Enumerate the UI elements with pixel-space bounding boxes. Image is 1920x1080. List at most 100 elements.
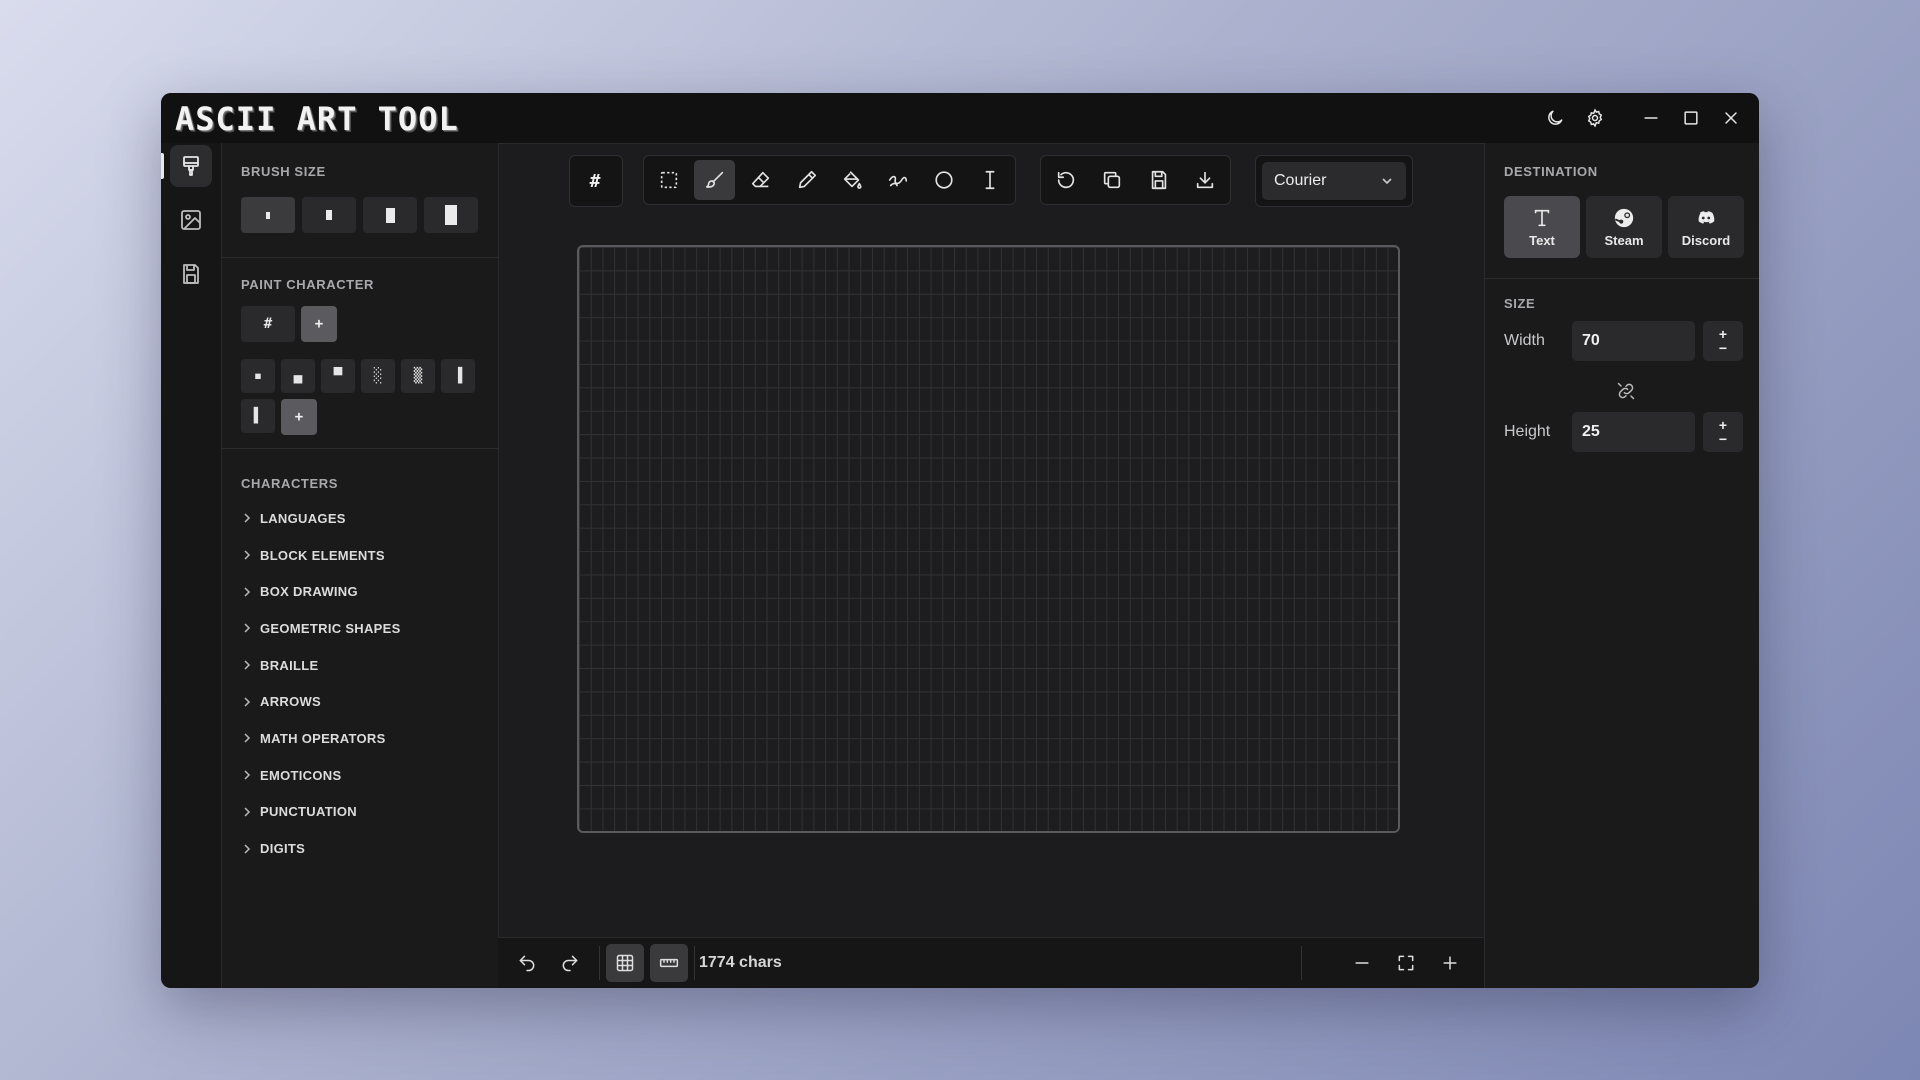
save-icon[interactable] [1138, 160, 1179, 200]
category-label: BOX DRAWING [260, 584, 358, 600]
gear-icon[interactable] [1575, 98, 1615, 138]
fit-screen-icon[interactable] [1387, 944, 1425, 982]
bottom-bar: 1774 chars [498, 937, 1485, 988]
brush-size-mark [326, 210, 332, 220]
brush-size-mark [445, 205, 457, 225]
circle-icon[interactable] [924, 160, 965, 200]
close-icon[interactable] [1711, 98, 1751, 138]
redo-icon[interactable] [551, 944, 589, 982]
width-label: Width [1504, 332, 1545, 349]
rail-brush-icon[interactable] [170, 145, 212, 187]
char-option[interactable]: ▐ [441, 359, 475, 393]
app-window: ASCII ART TOOL BRUSH SIZE PAINT CHARACTE… [161, 93, 1759, 988]
chevron-right-icon [244, 844, 251, 854]
char-option[interactable]: ▌ [241, 399, 275, 433]
rail-image-icon[interactable] [170, 199, 212, 241]
char-option[interactable]: ▪ [241, 359, 275, 393]
left-panel: BRUSH SIZE PAINT CHARACTER # + ▪ ▄ ▀ ░ ▒… [222, 143, 499, 988]
destination-discord-button[interactable]: Discord [1668, 196, 1744, 258]
destination-text-button[interactable]: Text [1504, 196, 1580, 258]
category-label: BLOCK ELEMENTS [260, 547, 385, 563]
add-char-option-button[interactable]: + [281, 399, 317, 435]
text-cursor-icon[interactable] [970, 160, 1011, 200]
category-punctuation[interactable]: PUNCTUATION [241, 794, 481, 831]
chevron-right-icon [244, 807, 251, 817]
zoom-in-icon[interactable] [1431, 944, 1469, 982]
destination-label: Discord [1681, 232, 1731, 248]
chevron-right-icon [244, 513, 251, 523]
chars-count: 1774 chars [699, 954, 782, 971]
char-option[interactable]: ▒ [401, 359, 435, 393]
grid-toggle-icon[interactable] [606, 944, 644, 982]
increment-button[interactable]: + [1719, 418, 1727, 432]
current-char-button[interactable]: # [241, 306, 295, 342]
copy-icon[interactable] [1092, 160, 1133, 200]
nav-rail [161, 143, 222, 988]
category-box-drawing[interactable]: BOX DRAWING [241, 573, 481, 610]
char-option[interactable]: ▀ [321, 359, 355, 393]
category-block-elements[interactable]: BLOCK ELEMENTS [241, 537, 481, 574]
category-label: EMOTICONS [260, 767, 342, 783]
decrement-button[interactable]: − [1719, 341, 1727, 355]
character-categories: LANGUAGES BLOCK ELEMENTS BOX DRAWING GEO… [241, 500, 481, 867]
category-braille[interactable]: BRAILLE [241, 647, 481, 684]
font-dropdown[interactable]: Courier [1262, 162, 1406, 200]
height-stepper[interactable]: + − [1703, 412, 1743, 452]
brush-icon[interactable] [694, 160, 736, 200]
chevron-right-icon [244, 770, 251, 780]
category-geometric-shapes[interactable]: GEOMETRIC SHAPES [241, 610, 481, 647]
unlink-icon[interactable] [1616, 381, 1636, 401]
category-math-operators[interactable]: MATH OPERATORS [241, 720, 481, 757]
width-stepper[interactable]: + − [1703, 321, 1743, 361]
destination-label: Steam [1604, 232, 1644, 248]
paint-character-grid: ▪ ▄ ▀ ░ ▒ ▐ ▌ + [241, 359, 491, 435]
char-option[interactable]: ░ [361, 359, 395, 393]
brush-size-3[interactable] [363, 197, 417, 233]
category-label: MATH OPERATORS [260, 730, 386, 746]
maximize-icon[interactable] [1671, 98, 1711, 138]
select-icon[interactable] [649, 160, 690, 200]
separator [694, 946, 695, 980]
chevron-down-icon [1382, 178, 1392, 185]
category-label: LANGUAGES [260, 510, 346, 526]
moon-icon[interactable] [1535, 98, 1575, 138]
destination-options: Text Steam Discord [1504, 196, 1744, 258]
brush-size-2[interactable] [302, 197, 356, 233]
fill-icon[interactable] [832, 160, 873, 200]
destination-steam-button[interactable]: Steam [1586, 196, 1662, 258]
width-input[interactable] [1572, 321, 1695, 361]
category-emoticons[interactable]: EMOTICONS [241, 757, 481, 794]
height-input[interactable] [1572, 412, 1695, 452]
category-label: ARROWS [260, 694, 322, 710]
title-bar: ASCII ART TOOL [161, 93, 1759, 144]
divider [222, 448, 498, 449]
app-title: ASCII ART TOOL [175, 100, 459, 138]
eraser-icon[interactable] [740, 160, 781, 200]
increment-button[interactable]: + [1719, 327, 1727, 341]
current-char-tool[interactable]: # [574, 161, 616, 201]
zoom-out-icon[interactable] [1343, 944, 1381, 982]
category-languages[interactable]: LANGUAGES [241, 500, 481, 537]
active-indicator [161, 153, 164, 179]
category-label: DIGITS [260, 841, 306, 857]
action-tools [1040, 155, 1231, 205]
download-icon[interactable] [1184, 160, 1225, 200]
add-char-button[interactable]: + [301, 306, 337, 342]
char-option[interactable]: ▄ [281, 359, 315, 393]
brush-size-1[interactable] [241, 197, 295, 233]
separator [1301, 946, 1302, 980]
decrement-button[interactable]: − [1719, 432, 1727, 446]
eyedropper-icon[interactable] [786, 160, 827, 200]
current-char-group: # [569, 155, 623, 207]
category-arrows[interactable]: ARROWS [241, 683, 481, 720]
height-label: Height [1504, 423, 1551, 440]
ruler-icon[interactable] [650, 944, 688, 982]
undo-icon[interactable] [508, 944, 546, 982]
rail-save-icon[interactable] [170, 253, 212, 295]
category-digits[interactable]: DIGITS [241, 830, 481, 867]
brush-size-4[interactable] [424, 197, 478, 233]
drawing-canvas[interactable] [577, 245, 1400, 833]
line-icon[interactable] [878, 160, 919, 200]
minimize-icon[interactable] [1631, 98, 1671, 138]
rotate-icon[interactable] [1046, 160, 1087, 200]
